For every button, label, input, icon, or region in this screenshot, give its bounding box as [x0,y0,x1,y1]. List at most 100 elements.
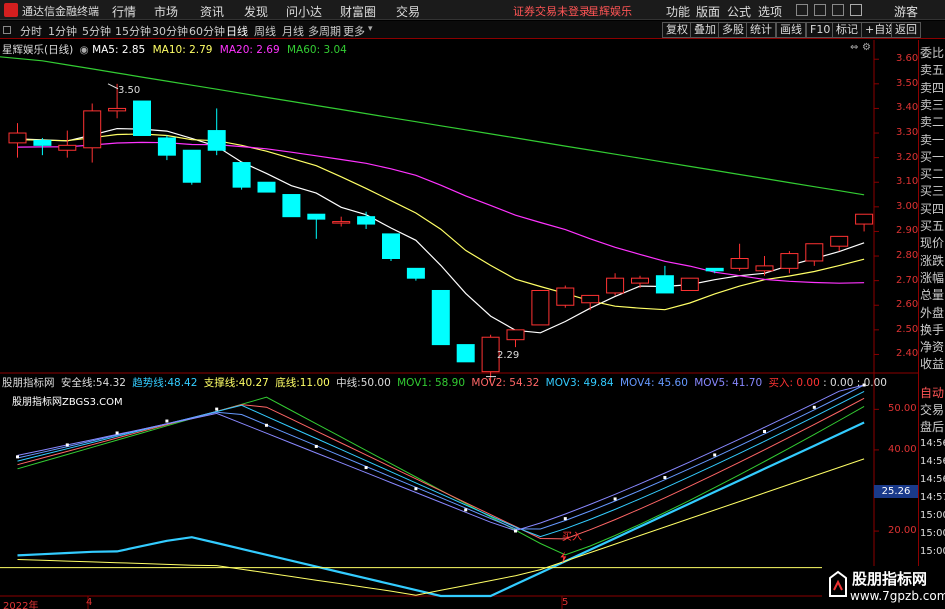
mark-button[interactable]: 标记 [832,22,862,38]
menu-options[interactable]: 选项 [758,3,782,20]
close-icon[interactable] [850,4,862,16]
candle-up[interactable] [581,294,600,304]
menu-discover[interactable]: 发现 [244,3,268,20]
settings-gear-icon[interactable]: ⚙ [862,42,871,53]
candle-up[interactable] [855,213,874,225]
period-intraday[interactable]: 分时 [20,23,42,39]
collapse-icon[interactable]: ⇔ [850,42,858,53]
chart-area[interactable] [0,40,918,609]
candle-up[interactable] [108,107,127,112]
safe-line-dot [165,419,169,423]
high-price-label: 3.50 [118,85,141,96]
high-marker-icon [107,83,119,90]
price-tick-label: 3.20 [896,151,919,163]
menu-news[interactable]: 资讯 [200,3,224,20]
candle-down[interactable] [33,139,52,146]
candle-down[interactable] [182,149,201,183]
period-weekly[interactable]: 周线 [254,23,276,39]
price-axis: 3.60 3.50 3.40 3.30 3.20 3.10 3.00 2.90 2.80 2.70… [876,40,919,359]
menu-quotes[interactable]: 行情 [112,3,136,20]
candle-up[interactable] [631,277,649,284]
candle-down[interactable] [157,137,176,156]
quote-field-label: 涨幅 [920,270,945,285]
minimize-icon[interactable] [796,4,808,16]
candle-up[interactable] [531,289,550,326]
candle-up[interactable] [755,265,774,272]
safe-line-dot [364,466,368,470]
price-tick-label: 2.90 [896,225,919,237]
candle-down[interactable] [357,216,376,225]
candle-up[interactable] [556,287,575,306]
mov2-line [17,397,865,540]
menu-market[interactable]: 市场 [154,3,178,20]
trend-label: 趋势线: [132,377,168,389]
toolbar-menu-icon[interactable] [3,26,11,34]
candle-up[interactable] [680,277,699,291]
menu-trade[interactable]: 交易 [396,3,420,20]
restore-rights-button[interactable]: 复权 [662,22,692,38]
menu-function[interactable]: 功能 [666,3,690,20]
period-5min[interactable]: 5分钟 [82,23,111,39]
period-more[interactable]: 更多 [343,23,365,39]
candle-up[interactable] [332,221,351,224]
candle-up[interactable] [805,243,824,262]
period-1min[interactable]: 1分钟 [48,23,77,39]
more-chevron-icon[interactable]: ▾ [368,24,373,34]
candle-down[interactable] [232,162,251,188]
ma60-line [0,56,865,196]
candle-down[interactable] [282,194,301,218]
candle-up[interactable] [780,253,799,269]
candle-up[interactable] [58,144,77,151]
panel-mode-label[interactable]: 交易 [920,402,945,418]
indicator-name[interactable]: 股朋指标网 [2,377,55,389]
price-tick-label: 3.10 [896,176,919,188]
draw-line-button[interactable]: 画线 [776,22,806,38]
candlesticks[interactable] [8,83,874,382]
mov2-label: MOV2: 54.32 [471,377,540,389]
restore-icon[interactable] [814,4,826,16]
candle-up[interactable] [83,110,102,149]
candle-down[interactable] [655,275,674,294]
candle-down[interactable] [207,130,226,151]
trade-login-notice[interactable]: 证券交易未登录 [513,3,590,19]
candle-down[interactable] [133,100,151,136]
candle-up[interactable] [606,277,625,294]
multi-stock-button[interactable]: 多股 [718,22,748,38]
user-label[interactable]: 游客 [894,3,918,20]
panel-mode-label[interactable]: 盘后 [920,419,945,435]
period-30min[interactable]: 30分钟 [152,23,188,39]
candle-down[interactable] [431,289,450,346]
legend-chevron-icon[interactable]: ◉ [80,44,89,56]
period-60min[interactable]: 60分钟 [189,23,225,39]
f10-button[interactable]: F10 [806,22,835,38]
candle-down[interactable] [257,181,276,193]
candle-up[interactable] [730,257,749,269]
candle-up[interactable] [830,235,849,247]
period-multi[interactable]: 多周期 [308,23,341,39]
safe-label: 安全线: [60,377,96,389]
candle-down[interactable] [382,233,400,259]
menu-formula[interactable]: 公式 [727,3,751,20]
quote-field-label: 卖二 [920,115,945,130]
panel-mode-label[interactable]: 自动 [920,385,945,401]
overlay-button[interactable]: 叠加 [690,22,720,38]
period-15min[interactable]: 15分钟 [115,23,151,39]
candle-down[interactable] [406,267,425,279]
candle-up[interactable] [8,132,27,144]
period-daily[interactable]: 日线 [226,23,248,39]
tick-time-label: 15:00 [920,510,945,521]
candle-down[interactable] [705,267,724,272]
maximize-icon[interactable] [832,4,844,16]
ma5-label: MA5: 2.85 [92,44,146,56]
stats-button[interactable]: 统计 [746,22,776,38]
menu-ask[interactable]: 问小达 [286,3,322,20]
candle-down[interactable] [456,344,475,363]
stock-name-label[interactable]: 星辉娱乐(日线) [2,44,73,56]
menu-layout[interactable]: 版面 [696,3,720,20]
menu-wealth[interactable]: 财富圈 [340,3,376,20]
period-monthly[interactable]: 月线 [282,23,304,39]
mov3-label: MOV3: 49.84 [545,377,614,389]
candle-down[interactable] [307,213,326,220]
candle-up[interactable] [506,329,525,341]
back-button[interactable]: 返回 [891,22,921,38]
